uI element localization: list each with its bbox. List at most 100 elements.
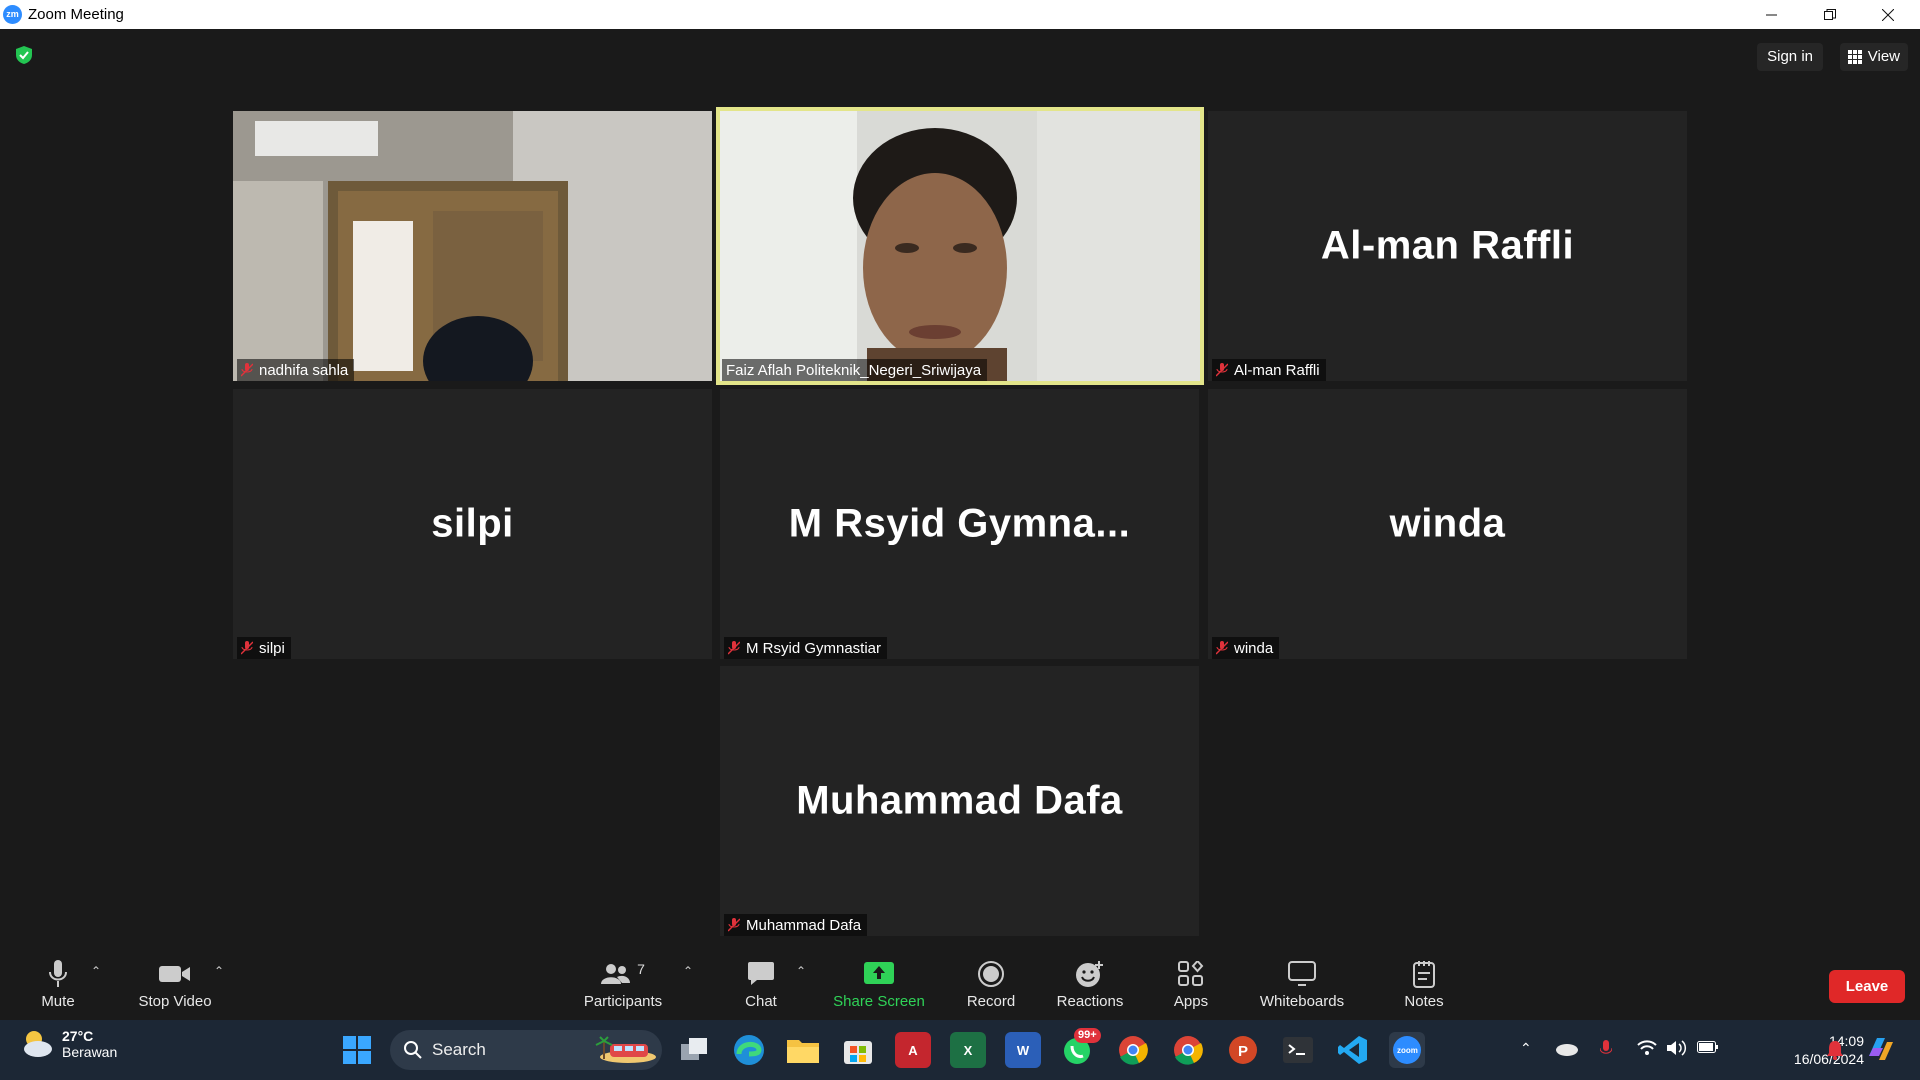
search-highlight-beach-icon — [595, 1036, 656, 1063]
participant-video-feed — [717, 108, 1203, 384]
weather-widget[interactable]: 27°C Berawan — [20, 1028, 117, 1060]
notification-bell-icon[interactable] — [1826, 1040, 1844, 1063]
mute-button[interactable]: Mute — [28, 948, 88, 1020]
participant-name-label: nadhifa sahla — [237, 359, 355, 381]
edge-browser-icon[interactable] — [731, 1032, 767, 1068]
windows-start-icon[interactable] — [339, 1032, 375, 1068]
participant-display-name: silpi — [431, 501, 514, 546]
participant-display-name: M Rsyid Gymna... — [788, 501, 1131, 546]
muted-mic-icon — [241, 363, 253, 377]
record-icon — [978, 960, 1004, 987]
record-label: Record — [966, 992, 1016, 1010]
weather-description: Berawan — [62, 1044, 118, 1060]
vscode-icon[interactable] — [1335, 1032, 1371, 1068]
notes-icon — [1413, 960, 1435, 988]
apps-button[interactable]: Apps — [1166, 948, 1216, 1020]
participant-name-label: winda — [1212, 637, 1280, 659]
search-icon — [404, 1041, 422, 1059]
whiteboards-label: Whiteboards — [1259, 992, 1345, 1010]
encryption-shield-icon[interactable] — [16, 46, 32, 69]
powerpoint-app-icon[interactable]: P — [1225, 1032, 1261, 1068]
window-titlebar: zm Zoom Meeting — [0, 0, 1920, 29]
microsoft-store-icon[interactable] — [840, 1032, 876, 1068]
wifi-icon[interactable] — [1637, 1040, 1657, 1059]
chat-options-chevron-icon[interactable]: ⌃ — [796, 964, 806, 978]
reactions-label: Reactions — [1056, 992, 1124, 1010]
participant-name: Faiz Aflah Politeknik_Negeri_Sriwijaya — [726, 361, 982, 379]
taskbar-search[interactable]: Search — [390, 1030, 662, 1070]
video-tile[interactable]: nadhifa sahla — [233, 111, 712, 381]
microphone-icon — [49, 959, 67, 987]
whatsapp-badge: 99+ — [1074, 1028, 1101, 1043]
muted-mic-icon — [1216, 363, 1228, 377]
participants-button[interactable]: 7 Participants — [578, 948, 668, 1020]
svg-text:zoom: zoom — [1397, 1046, 1418, 1055]
apps-icon — [1178, 960, 1204, 986]
video-tile[interactable]: Muhammad Dafa Muhammad Dafa — [720, 666, 1199, 936]
stop-video-label: Stop Video — [138, 992, 212, 1010]
whatsapp-icon[interactable]: 99+ — [1060, 1028, 1101, 1068]
reactions-button[interactable]: Reactions — [1054, 948, 1126, 1020]
video-options-chevron-icon[interactable]: ⌃ — [214, 964, 224, 978]
participant-name: M Rsyid Gymnastiar — [746, 639, 882, 657]
audio-options-chevron-icon[interactable]: ⌃ — [91, 964, 101, 978]
volume-icon[interactable] — [1667, 1040, 1687, 1059]
video-tile-active-speaker[interactable]: Faiz Aflah Politeknik_Negeri_Sriwijaya — [716, 107, 1204, 385]
apps-label: Apps — [1173, 992, 1209, 1010]
view-label: View — [1867, 48, 1900, 65]
participant-name-label: Al-man Raffli — [1212, 359, 1326, 381]
zoom-taskbar-icon[interactable]: zoom — [1389, 1032, 1425, 1068]
video-tile[interactable]: Al-man Raffli Al-man Raffli — [1208, 111, 1687, 381]
share-screen-button[interactable]: Share Screen — [830, 948, 928, 1020]
zoom-app-icon: zm — [3, 5, 22, 24]
video-camera-icon — [159, 965, 190, 982]
record-button[interactable]: Record — [961, 948, 1021, 1020]
minimize-button[interactable] — [1743, 0, 1801, 29]
microphone-in-use-icon[interactable] — [1599, 1040, 1613, 1061]
copilot-icon[interactable] — [1865, 1034, 1895, 1067]
chrome-icon[interactable] — [1115, 1032, 1151, 1068]
muted-mic-icon — [728, 918, 740, 932]
close-button[interactable] — [1859, 0, 1917, 29]
battery-icon[interactable] — [1697, 1040, 1719, 1057]
svg-text:P: P — [1238, 1043, 1248, 1060]
whiteboards-button[interactable]: Whiteboards — [1254, 948, 1350, 1020]
access-app-icon[interactable]: A — [895, 1032, 931, 1068]
file-explorer-icon[interactable] — [785, 1032, 821, 1068]
close-icon — [1882, 8, 1894, 21]
chrome-profile-icon[interactable] — [1170, 1032, 1206, 1068]
view-button[interactable]: View — [1839, 43, 1908, 71]
participant-display-name: Al-man Raffli — [1320, 223, 1575, 268]
video-tile[interactable]: M Rsyid Gymna... M Rsyid Gymnastiar — [720, 389, 1199, 659]
video-tile[interactable]: winda winda — [1208, 389, 1687, 659]
participants-count: 7 — [637, 960, 645, 977]
participant-name: nadhifa sahla — [259, 361, 349, 379]
stop-video-button[interactable]: Stop Video — [130, 948, 220, 1020]
terminal-icon[interactable] — [1280, 1032, 1316, 1068]
participants-label: Participants — [583, 992, 663, 1010]
search-placeholder: Search — [432, 1040, 486, 1059]
task-view-icon[interactable] — [677, 1032, 713, 1068]
restore-button[interactable] — [1801, 0, 1859, 29]
share-screen-label: Share Screen — [833, 992, 925, 1010]
video-tile[interactable]: silpi silpi — [233, 389, 712, 659]
participants-options-chevron-icon[interactable]: ⌃ — [683, 964, 693, 978]
restore-icon — [1824, 8, 1836, 20]
show-hidden-icons-chevron-icon[interactable]: ⌃ — [1520, 1040, 1532, 1057]
participant-name: silpi — [259, 639, 285, 657]
participant-video-feed — [233, 111, 712, 381]
notes-button[interactable]: Notes — [1398, 948, 1450, 1020]
mute-label: Mute — [41, 992, 75, 1010]
participant-name: winda — [1234, 639, 1274, 657]
reactions-smiley-icon — [1076, 960, 1103, 987]
leave-button[interactable]: Leave — [1829, 970, 1905, 1003]
excel-app-icon[interactable]: X — [950, 1032, 986, 1068]
sign-in-button[interactable]: Sign in — [1757, 43, 1823, 71]
participant-name-label: Muhammad Dafa — [724, 914, 868, 936]
participant-display-name: Muhammad Dafa — [796, 778, 1123, 823]
word-app-icon[interactable]: W — [1005, 1032, 1041, 1068]
onedrive-cloud-icon[interactable] — [1555, 1040, 1579, 1059]
chat-button[interactable]: Chat — [735, 948, 787, 1020]
participant-name-label: M Rsyid Gymnastiar — [724, 637, 888, 659]
notes-label: Notes — [1404, 992, 1444, 1010]
